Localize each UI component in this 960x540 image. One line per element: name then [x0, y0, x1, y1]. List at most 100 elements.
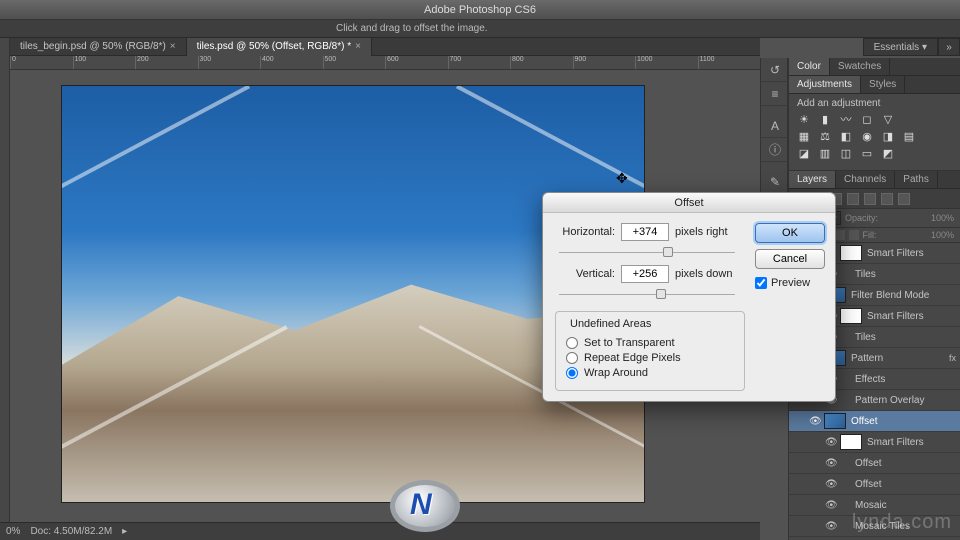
properties-icon[interactable]: ≡	[761, 82, 789, 106]
filter-type-icon[interactable]	[864, 193, 876, 205]
add-adjustment-label: Add an adjustment	[797, 98, 952, 109]
balance-icon[interactable]: ⚖	[818, 130, 832, 144]
hint-bar: Click and drag to offset the image.	[0, 20, 960, 38]
invert-icon[interactable]: ◪	[797, 147, 811, 161]
layer-name: Filter Blend Mode	[851, 290, 929, 301]
ok-button[interactable]: OK	[755, 223, 825, 243]
mixer-icon[interactable]: ◨	[881, 130, 895, 144]
lock-position-icon[interactable]	[835, 230, 845, 240]
layer-thumb	[840, 392, 850, 408]
app-titlebar: Adobe Photoshop CS6	[0, 0, 960, 20]
layer-row[interactable]: 👁 Offset	[789, 474, 960, 495]
chevron-right-icon[interactable]: ▸	[122, 526, 127, 537]
offset-dialog: Offset Horizontal: pixels right Vertical…	[542, 192, 836, 402]
layer-name: Offset	[855, 479, 882, 490]
fx-badge[interactable]: fx	[949, 353, 956, 363]
undefined-areas-group: Undefined Areas Set to Transparent Repea…	[555, 311, 745, 391]
vibrance-icon[interactable]: ▽	[881, 113, 895, 127]
fill-label: Fill:	[863, 230, 877, 240]
layer-name: Mosaic	[855, 500, 887, 511]
filter-adjust-icon[interactable]	[847, 193, 859, 205]
layer-row[interactable]: 👁Offset	[789, 453, 960, 474]
character-icon[interactable]: A	[761, 114, 789, 138]
logo-watermark: N	[380, 480, 470, 532]
layer-name: Smart Filters	[867, 437, 924, 448]
doc-tab-1-label: tiles_begin.psd @ 50% (RGB/8*)	[20, 38, 166, 56]
layer-row[interactable]: 👁Offset	[789, 411, 960, 432]
layer-thumb	[840, 329, 850, 345]
threshold-icon[interactable]: ◫	[839, 147, 853, 161]
cancel-button[interactable]: Cancel	[755, 249, 825, 269]
layer-name: Pattern Overlay	[855, 395, 924, 406]
color-panel-tabs: Color Swatches	[789, 58, 960, 76]
doc-tab-2-label: tiles.psd @ 50% (Offset, RGB/8*) *	[197, 38, 351, 56]
filter-smart-icon[interactable]	[898, 193, 910, 205]
doc-tab-2[interactable]: tiles.psd @ 50% (Offset, RGB/8*) *×	[187, 38, 372, 56]
watermark-text: lynda.com	[852, 511, 952, 534]
bw-icon[interactable]: ◧	[839, 130, 853, 144]
dialog-title[interactable]: Offset	[543, 193, 835, 213]
zoom-value[interactable]: 0%	[6, 526, 20, 537]
radio-wrap[interactable]: Wrap Around	[566, 367, 734, 379]
gradient-map-icon[interactable]: ▭	[860, 147, 874, 161]
search-icon[interactable]: »	[938, 38, 960, 56]
layer-name: Effects	[855, 374, 885, 385]
brush-icon[interactable]: ✎	[761, 170, 789, 194]
tab-styles[interactable]: Styles	[861, 76, 905, 93]
selective-icon[interactable]: ◩	[881, 147, 895, 161]
doc-tab-1[interactable]: tiles_begin.psd @ 50% (RGB/8*)×	[10, 38, 187, 56]
layer-thumb	[840, 308, 862, 324]
lookup-icon[interactable]: ▤	[902, 130, 916, 144]
layers-panel-tabs: Layers Channels Paths	[789, 171, 960, 189]
preview-checkbox[interactable]: Preview	[755, 277, 825, 289]
layer-thumb	[840, 497, 850, 513]
tab-channels[interactable]: Channels	[836, 171, 895, 188]
visibility-icon[interactable]: 👁	[825, 458, 835, 469]
tab-adjustments[interactable]: Adjustments	[789, 76, 861, 93]
exposure-icon[interactable]: ◻	[860, 113, 874, 127]
layer-name: Pattern	[851, 353, 883, 364]
brightness-icon[interactable]: ☀	[797, 113, 811, 127]
lock-all-icon[interactable]	[849, 230, 859, 240]
layer-thumb	[840, 518, 850, 534]
visibility-icon[interactable]: 👁	[809, 416, 819, 427]
radio-repeat[interactable]: Repeat Edge Pixels	[566, 352, 734, 364]
horizontal-input[interactable]	[621, 223, 669, 241]
opacity-label: Opacity:	[845, 213, 878, 223]
tab-swatches[interactable]: Swatches	[830, 58, 890, 75]
info-icon[interactable]: ⓘ	[761, 138, 789, 162]
opacity-value[interactable]: 100%	[931, 213, 954, 223]
posterize-icon[interactable]: ▥	[818, 147, 832, 161]
layer-thumb	[840, 476, 850, 492]
visibility-icon[interactable]: 👁	[825, 479, 835, 490]
vertical-slider[interactable]	[559, 289, 735, 301]
curves-icon[interactable]: 〰	[839, 113, 853, 127]
tab-color[interactable]: Color	[789, 58, 830, 75]
layer-name: Tiles	[855, 332, 876, 343]
left-toolstrip[interactable]	[0, 38, 10, 540]
close-icon[interactable]: ×	[170, 38, 176, 56]
vertical-input[interactable]	[621, 265, 669, 283]
visibility-icon[interactable]: 👁	[825, 500, 835, 511]
workspace-switcher[interactable]: Essentials ▾	[863, 38, 938, 56]
tab-paths[interactable]: Paths	[895, 171, 938, 188]
chevron-down-icon: ▾	[922, 42, 927, 53]
radio-transparent[interactable]: Set to Transparent	[566, 337, 734, 349]
history-icon[interactable]: ↺	[761, 58, 789, 82]
ruler-horizontal[interactable]: 010020030040050060070080090010001100	[10, 56, 760, 70]
visibility-icon[interactable]: 👁	[825, 521, 835, 532]
fill-value[interactable]: 100%	[931, 230, 954, 240]
undefined-areas-label: Undefined Areas	[566, 318, 655, 330]
levels-icon[interactable]: ▮	[818, 113, 832, 127]
photo-filter-icon[interactable]: ◉	[860, 130, 874, 144]
filter-shape-icon[interactable]	[881, 193, 893, 205]
layer-name: Smart Filters	[867, 311, 924, 322]
horizontal-slider[interactable]	[559, 247, 735, 259]
layer-row[interactable]: 👁 Smart Filters	[789, 432, 960, 453]
tab-layers[interactable]: Layers	[789, 171, 836, 188]
hue-icon[interactable]: ▦	[797, 130, 811, 144]
visibility-icon[interactable]: 👁	[825, 437, 835, 448]
vertical-suffix: pixels down	[675, 268, 732, 280]
layer-thumb	[840, 434, 862, 450]
close-icon[interactable]: ×	[355, 38, 361, 56]
